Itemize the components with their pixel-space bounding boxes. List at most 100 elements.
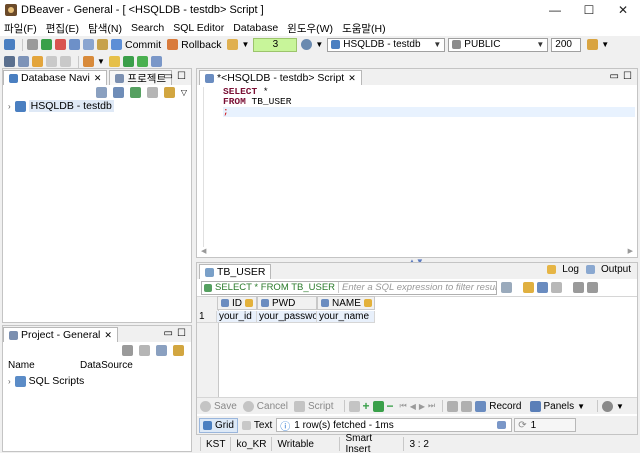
back-icon[interactable] xyxy=(573,282,584,293)
result-limit-field[interactable]: 200 xyxy=(551,37,582,52)
pin-icon[interactable] xyxy=(83,56,94,67)
maximize-view-icon[interactable]: ☐ xyxy=(623,71,632,82)
minimize-button[interactable]: — xyxy=(538,0,572,20)
table-cell-id[interactable]: your_id xyxy=(217,311,257,323)
menu-database[interactable]: Database xyxy=(233,22,278,34)
pending-transactions-counter[interactable]: 3 xyxy=(253,37,298,52)
column-header-id[interactable]: ID xyxy=(217,296,257,310)
next-page-icon[interactable]: ▶ xyxy=(419,402,425,411)
chevron-right-icon[interactable]: › xyxy=(8,102,11,111)
scroll-right-icon[interactable]: ▶ xyxy=(628,247,633,255)
column-datasource[interactable]: DataSource xyxy=(80,360,133,371)
log-button[interactable]: Log xyxy=(562,264,579,275)
table-cell-pwd[interactable]: your_password xyxy=(257,311,317,323)
clear-filter-icon[interactable] xyxy=(551,282,562,293)
copy-row-icon[interactable] xyxy=(372,400,384,412)
filter-icon[interactable] xyxy=(523,282,534,293)
commit-button[interactable]: Commit xyxy=(125,39,161,51)
first-page-icon[interactable]: ⏮ xyxy=(400,401,407,411)
minimize-view-icon[interactable]: ▭ xyxy=(164,328,173,339)
script-button[interactable]: Script xyxy=(308,401,334,412)
gear-icon[interactable] xyxy=(602,400,613,412)
fetch-all-icon[interactable] xyxy=(461,400,473,412)
column-header-pwd[interactable]: PWD xyxy=(257,296,317,310)
maximize-view-icon[interactable]: ☐ xyxy=(177,328,186,339)
chevron-down-icon[interactable]: ▼ xyxy=(577,402,585,411)
configure-icon[interactable] xyxy=(156,344,167,356)
maximize-view-icon[interactable]: ☐ xyxy=(177,71,186,82)
new-connection-icon[interactable] xyxy=(4,39,15,50)
column-name[interactable]: Name xyxy=(8,360,80,371)
fetch-page-icon[interactable] xyxy=(447,400,459,412)
lightning-icon[interactable] xyxy=(108,56,120,67)
close-button[interactable]: ✕ xyxy=(606,0,640,20)
tab-project-general[interactable]: Project - General ✕ xyxy=(3,327,118,342)
menu-help[interactable]: 도움말(H) xyxy=(342,21,386,36)
sql-code-area[interactable]: SELECT * FROM TB_USER ; xyxy=(223,87,635,117)
tree-item-sql-scripts[interactable]: › SQL Scripts xyxy=(3,374,191,388)
copy-icon[interactable] xyxy=(60,56,71,67)
tab-text[interactable]: Text xyxy=(238,418,276,433)
row-number[interactable]: 1 xyxy=(197,311,217,323)
settings-icon[interactable] xyxy=(122,344,133,356)
collapse-all-icon[interactable] xyxy=(139,344,150,356)
close-icon[interactable]: ✕ xyxy=(94,73,102,84)
refresh-icon[interactable] xyxy=(129,86,141,98)
save-icon[interactable] xyxy=(4,56,15,67)
menu-window[interactable]: 윈도우(W) xyxy=(287,21,333,36)
horizontal-scrollbar[interactable]: ◀ ▶ xyxy=(201,247,633,255)
active-connection-select[interactable]: HSQLDB - testdb ▼ xyxy=(327,37,446,52)
explain-plan-icon[interactable] xyxy=(150,56,162,67)
tree-item-connection[interactable]: › HSQLDB - testdb xyxy=(3,99,191,113)
tab-sql-script[interactable]: *<HSQLDB - testdb> Script ✕ xyxy=(199,70,362,85)
menu-sql-editor[interactable]: SQL Editor xyxy=(173,22,224,34)
chevron-down-icon[interactable]: ▼ xyxy=(315,40,323,49)
menu-file[interactable]: 파일(F) xyxy=(4,21,37,36)
tab-grid[interactable]: Grid xyxy=(199,417,238,433)
chevron-right-icon[interactable]: › xyxy=(8,377,11,386)
close-icon[interactable]: ✕ xyxy=(348,73,356,84)
column-header-name[interactable]: NAME xyxy=(317,296,375,310)
delete-row-icon[interactable]: − xyxy=(387,399,394,413)
connect-icon[interactable] xyxy=(27,39,38,50)
filter-input[interactable]: SELECT * FROM TB_USER Enter a SQL expres… xyxy=(201,280,497,295)
minimize-view-icon[interactable]: ▭ xyxy=(164,71,173,82)
menu-navigate[interactable]: 탐색(N) xyxy=(88,21,122,36)
transaction-log-icon[interactable] xyxy=(227,39,239,50)
refresh-icon[interactable]: ⟳ xyxy=(518,420,526,431)
record-button[interactable]: Record xyxy=(489,401,521,412)
tab-results-tb-user[interactable]: TB_USER xyxy=(199,264,272,279)
view-menu-icon[interactable]: ▽ xyxy=(181,88,187,97)
forward-icon[interactable] xyxy=(46,56,57,67)
tools-icon[interactable] xyxy=(587,39,599,50)
scroll-left-icon[interactable]: ◀ xyxy=(201,247,206,255)
chevron-down-icon[interactable]: ▼ xyxy=(241,40,249,49)
history-icon[interactable] xyxy=(301,39,313,50)
tab-database-navigator[interactable]: Database Navi ✕ xyxy=(3,70,108,85)
new-script-icon[interactable] xyxy=(83,39,94,50)
rollback-button[interactable]: Rollback xyxy=(181,39,221,51)
close-icon[interactable]: ✕ xyxy=(104,330,112,341)
back-icon[interactable] xyxy=(32,56,43,67)
collapse-all-icon[interactable] xyxy=(146,86,158,98)
execute-icon[interactable] xyxy=(122,56,134,67)
transaction-mode-icon[interactable] xyxy=(97,39,108,50)
link-editor-icon[interactable] xyxy=(163,86,175,98)
table-cell-name[interactable]: your_name xyxy=(317,311,375,323)
menu-search[interactable]: Search xyxy=(131,22,164,34)
edit-icon[interactable] xyxy=(348,400,360,412)
forward-icon[interactable] xyxy=(587,282,598,293)
connect-icon[interactable] xyxy=(112,86,124,98)
output-button[interactable]: Output xyxy=(601,264,631,275)
active-schema-select[interactable]: PUBLIC ▼ xyxy=(448,37,549,52)
chevron-down-icon[interactable]: ▼ xyxy=(616,402,624,411)
chevron-down-icon[interactable]: ▼ xyxy=(97,57,105,66)
save-all-icon[interactable] xyxy=(18,56,29,67)
details-icon[interactable] xyxy=(497,421,507,429)
menu-edit[interactable]: 편집(E) xyxy=(46,21,79,36)
execute-script-icon[interactable] xyxy=(136,56,148,67)
sort-icon[interactable] xyxy=(537,282,548,293)
maximize-button[interactable]: ☐ xyxy=(572,0,606,20)
minimize-view-icon[interactable]: ▭ xyxy=(610,71,619,82)
sql-editor-icon[interactable] xyxy=(69,39,80,50)
